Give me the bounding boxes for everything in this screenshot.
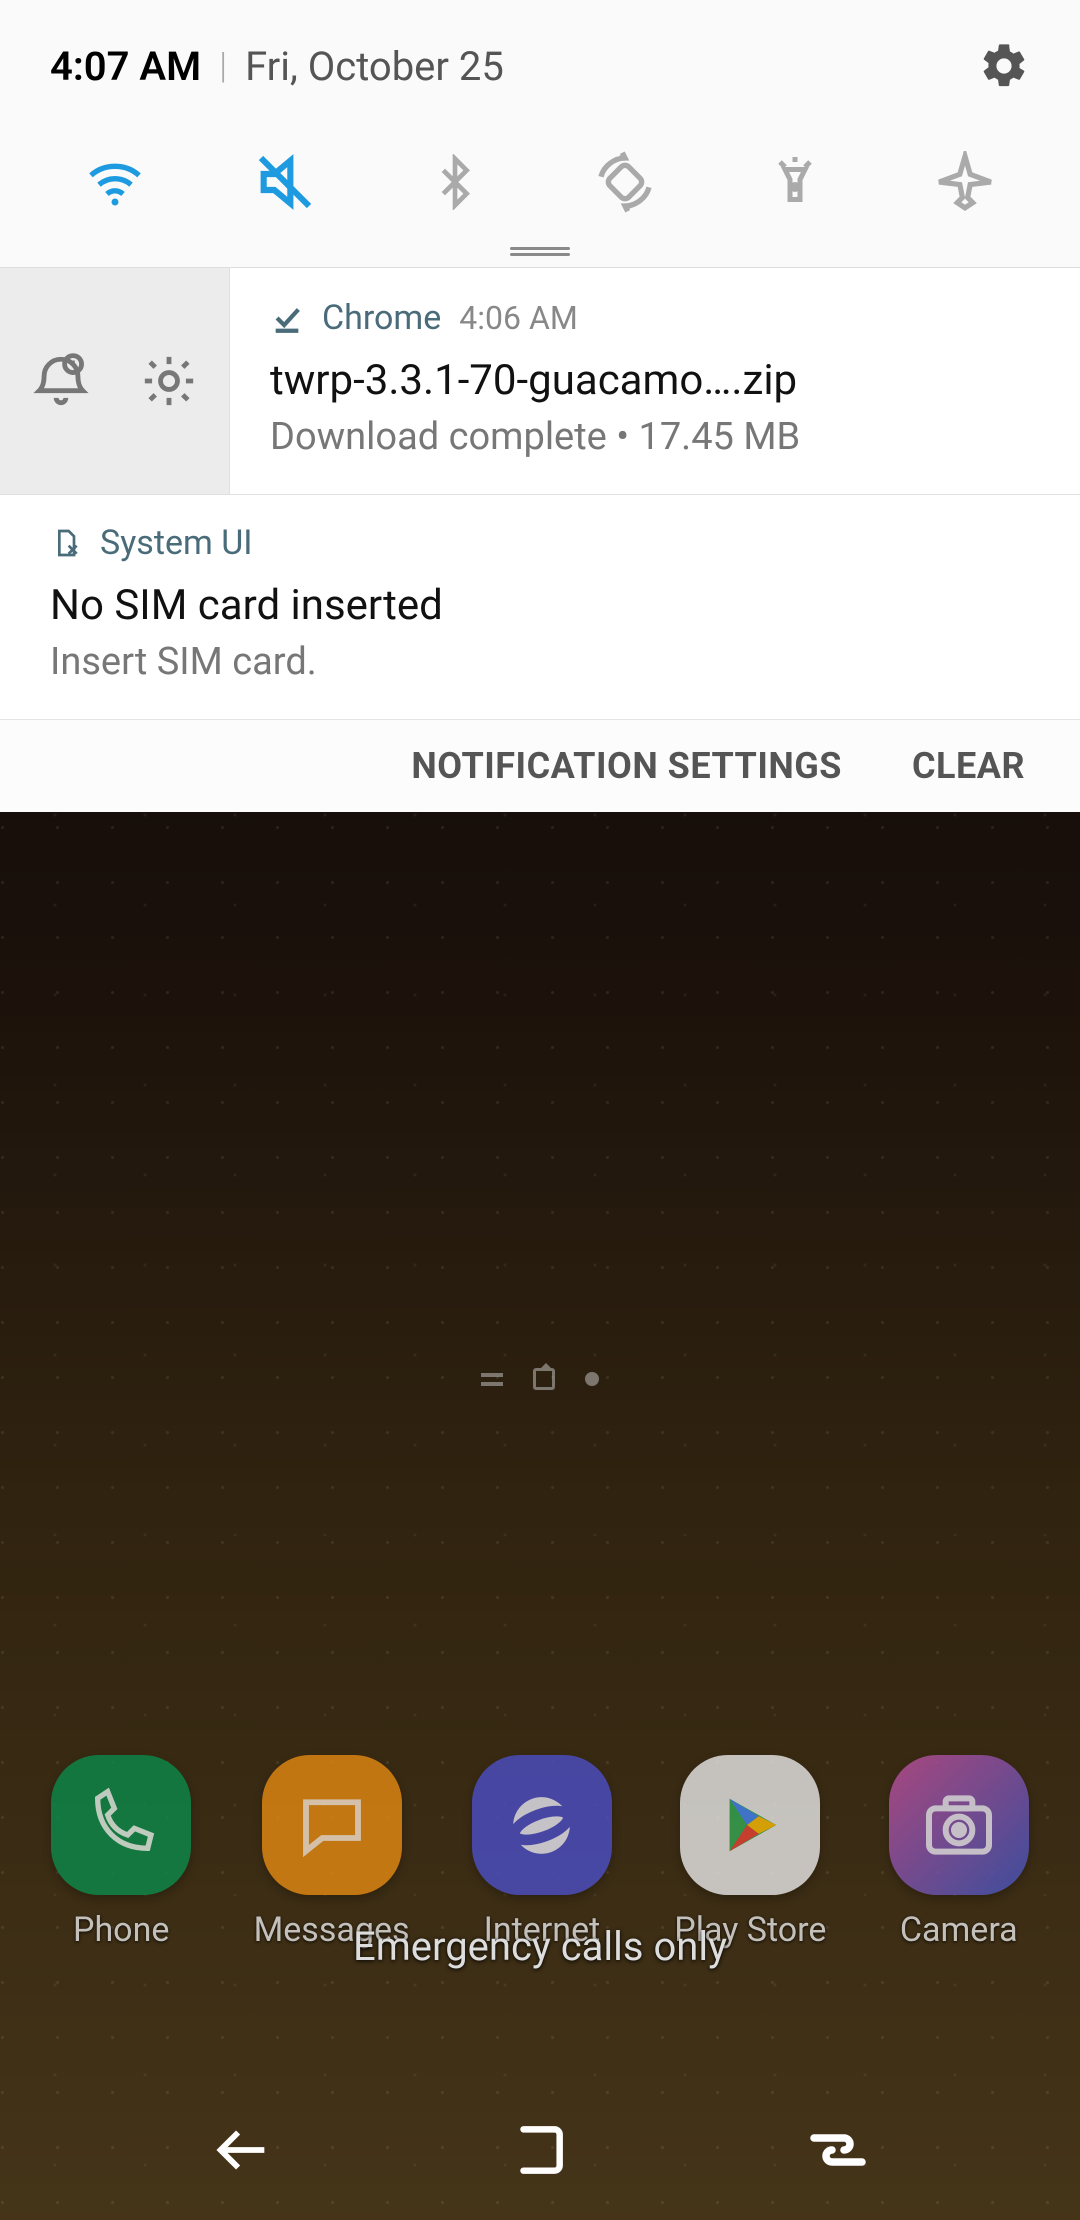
- app-internet[interactable]: Internet: [472, 1755, 612, 1950]
- home-page-icon: [533, 1368, 555, 1390]
- airplane-toggle[interactable]: [925, 142, 1005, 222]
- flashlight-toggle[interactable]: [755, 142, 835, 222]
- dim-overlay: [0, 600, 1080, 2220]
- notification-app-name: System UI: [100, 523, 253, 563]
- emergency-calls-text: Emergency calls only: [0, 1923, 1080, 1970]
- download-done-icon: [270, 301, 304, 335]
- notification-app-name: Chrome: [322, 298, 441, 338]
- notification-settings-button[interactable]: NOTIFICATION SETTINGS: [411, 745, 842, 787]
- app-camera[interactable]: Camera: [889, 1755, 1029, 1950]
- page-dot: [585, 1372, 599, 1386]
- notification-download[interactable]: Chrome 4:06 AM twrp-3.3.1-70-guacamo….zi…: [0, 268, 1080, 495]
- notification-footer: NOTIFICATION SETTINGS CLEAR: [0, 720, 1080, 812]
- back-button[interactable]: [206, 2115, 276, 2185]
- auto-rotate-toggle[interactable]: [585, 142, 665, 222]
- app-dock: Phone Messages Internet Play Store Camer…: [0, 1755, 1080, 1950]
- notification-time: 4:06 AM: [459, 299, 577, 337]
- playstore-app-icon: [680, 1755, 820, 1895]
- apps-page-icon: [481, 1373, 503, 1386]
- quick-settings-row: [0, 112, 1080, 267]
- status-header: 4:07 AM | Fri, October 25: [0, 0, 1080, 112]
- panel-drag-handle[interactable]: [510, 247, 570, 255]
- clock-time: 4:07 AM: [50, 43, 201, 90]
- recents-button[interactable]: [802, 2114, 874, 2186]
- notification-subtitle: Download complete • 17.45 MB: [270, 415, 1040, 459]
- mute-toggle[interactable]: [245, 142, 325, 222]
- page-indicator: [481, 1368, 599, 1390]
- settings-gear-icon[interactable]: [978, 40, 1030, 92]
- messages-app-icon: [262, 1755, 402, 1895]
- navigation-bar: [0, 2080, 1080, 2220]
- wallpaper: [0, 600, 1080, 2220]
- internet-app-icon: [472, 1755, 612, 1895]
- sim-missing-icon: [50, 527, 82, 559]
- snooze-icon[interactable]: [32, 352, 90, 410]
- app-messages[interactable]: Messages: [254, 1755, 410, 1950]
- clock-date: Fri, October 25: [245, 43, 504, 90]
- wifi-toggle[interactable]: [75, 142, 155, 222]
- home-button[interactable]: [508, 2119, 570, 2181]
- gear-icon[interactable]: [140, 352, 198, 410]
- notification-subtitle: Insert SIM card.: [50, 640, 1030, 684]
- bluetooth-toggle[interactable]: [415, 142, 495, 222]
- notification-title: No SIM card inserted: [50, 581, 1030, 630]
- phone-app-icon: [51, 1755, 191, 1895]
- camera-app-icon: [889, 1755, 1029, 1895]
- notification-actions-side: [0, 268, 230, 494]
- header-divider: |: [219, 45, 227, 87]
- notification-title: twrp-3.3.1-70-guacamo….zip: [270, 356, 1040, 405]
- app-playstore[interactable]: Play Store: [674, 1755, 826, 1950]
- notification-sim[interactable]: System UI No SIM card inserted Insert SI…: [0, 495, 1080, 720]
- app-phone[interactable]: Phone: [51, 1755, 191, 1950]
- clear-button[interactable]: CLEAR: [912, 745, 1025, 787]
